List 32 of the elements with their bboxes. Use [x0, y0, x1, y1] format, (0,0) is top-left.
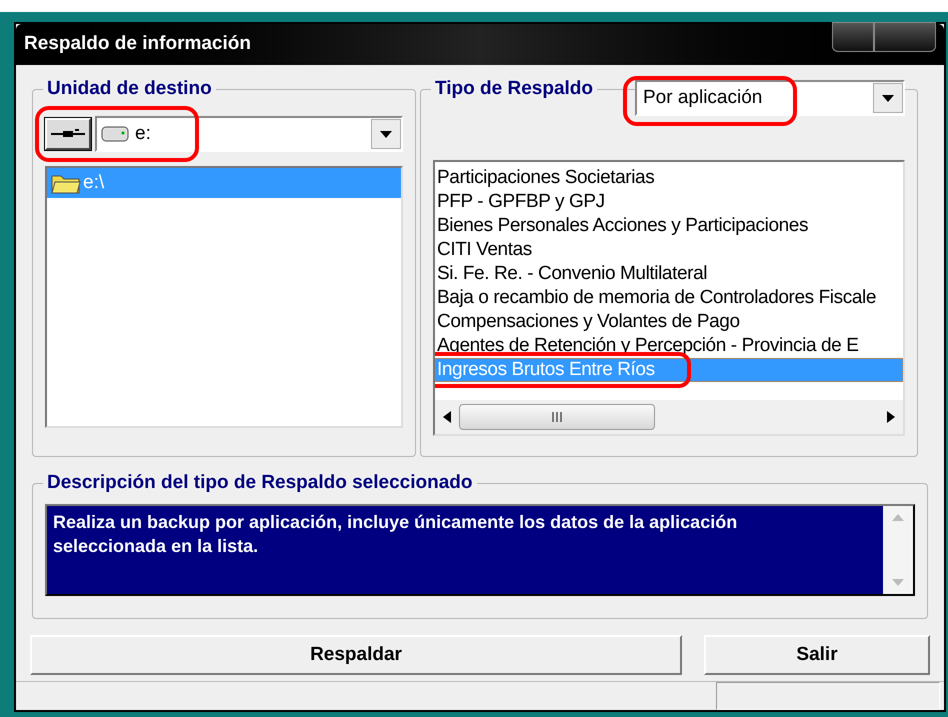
horizontal-scrollbar[interactable]: [435, 400, 903, 434]
scroll-up-icon: [892, 514, 904, 521]
minimize-button[interactable]: [832, 22, 874, 52]
description-text: Realiza un backup por aplicación, incluye únicamente los datos de la aplicación seleccionada en la lista.: [52, 511, 738, 558]
folder-label: e:\: [83, 170, 104, 195]
scroll-thumb[interactable]: [459, 404, 655, 430]
cable-icon: [51, 129, 85, 139]
dropdown-button[interactable]: [873, 83, 903, 113]
application-item[interactable]: PFP - GPFBP y GPJ: [435, 190, 903, 214]
application-item[interactable]: CITI Ventas: [435, 238, 903, 262]
dropdown-button[interactable]: [371, 119, 401, 149]
drive-icon: [101, 125, 129, 143]
backup-type-combo[interactable]: Por aplicación: [635, 80, 905, 116]
dropdown-arrow-icon: [380, 130, 392, 138]
scroll-down-icon: [892, 579, 904, 586]
window-title: Respaldo de información: [24, 32, 251, 56]
drive-label: e:: [135, 122, 152, 146]
application-item[interactable]: Si. Fe. Re. - Convenio Multilateral: [435, 262, 903, 286]
application-item[interactable]: Participaciones Societarias: [435, 166, 903, 190]
application-item[interactable]: Compensaciones y Volantes de Pago: [435, 310, 903, 334]
maximize-button[interactable]: [874, 22, 936, 52]
dialog-button[interactable]: Respaldar: [30, 635, 682, 675]
drive-combo[interactable]: e:: [95, 116, 403, 152]
dropdown-arrow-icon: [882, 94, 894, 102]
dialog-button[interactable]: Salir: [704, 635, 930, 675]
scroll-left-icon[interactable]: [443, 411, 451, 423]
grip-icon: [552, 412, 562, 422]
network-button[interactable]: [45, 118, 91, 150]
application-item[interactable]: Bienes Personales Acciones y Participaciones: [435, 214, 903, 238]
backup-type-value: Por aplicación: [643, 86, 762, 110]
scroll-right-icon[interactable]: [887, 411, 895, 423]
application-item[interactable]: Baja o recambio de memoria de Controladores Fiscale: [435, 286, 903, 310]
